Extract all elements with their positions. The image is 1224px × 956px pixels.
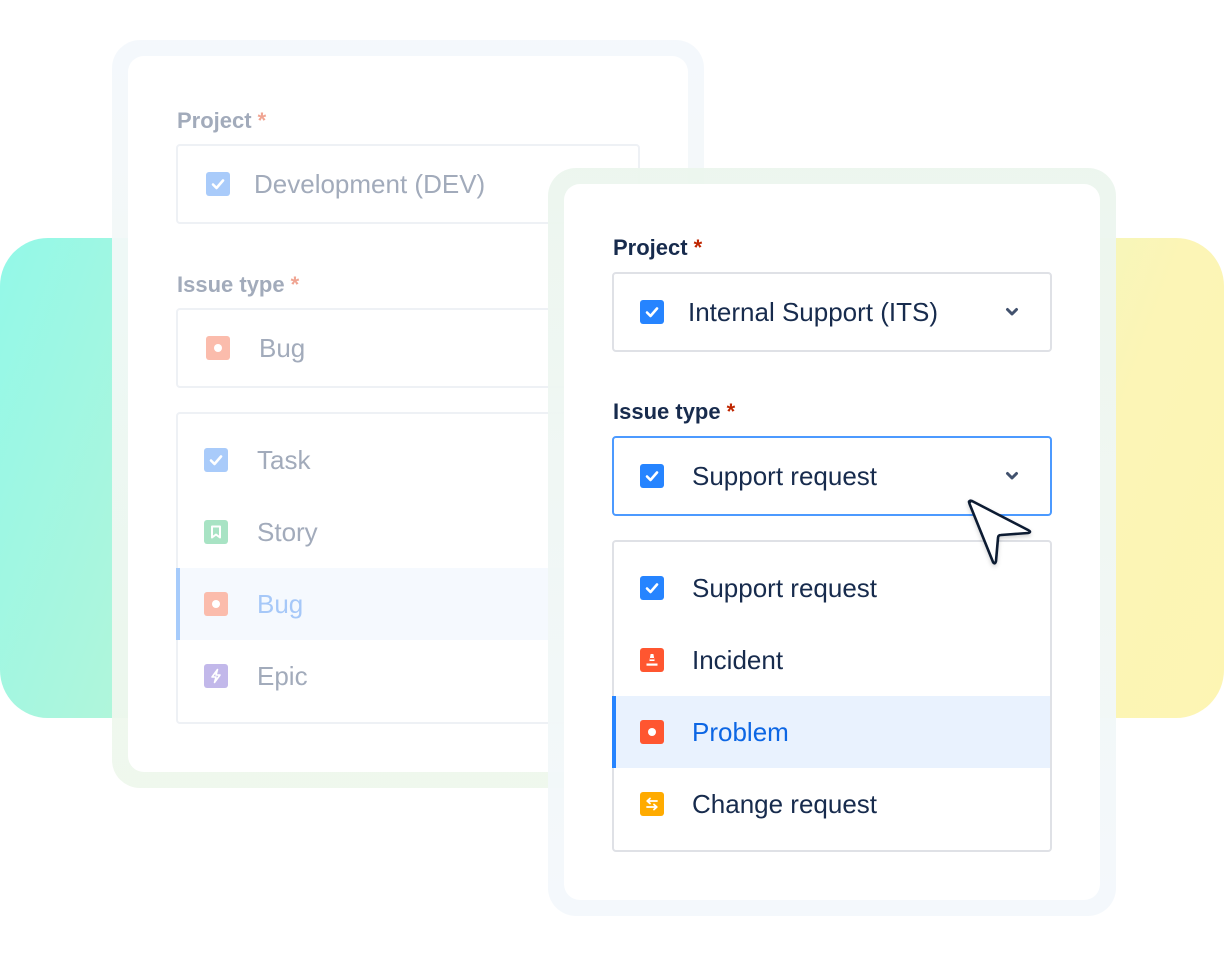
- label-text: Project: [613, 235, 688, 260]
- back-issue-type-value: Bug: [259, 332, 306, 363]
- required-asterisk: *: [257, 108, 267, 133]
- bug-icon: [204, 592, 228, 616]
- bug-icon: [206, 336, 230, 360]
- option-problem-selected[interactable]: Problem: [612, 696, 1050, 768]
- project-label: Project *: [613, 235, 702, 261]
- option-incident[interactable]: Incident: [614, 624, 1050, 696]
- project-select[interactable]: Internal Support (ITS): [612, 272, 1052, 352]
- project-value: Internal Support (ITS): [688, 296, 938, 327]
- option-label: Change request: [692, 788, 878, 819]
- task-check-icon: [640, 464, 664, 488]
- support-request-check-icon: [640, 576, 664, 600]
- chevron-down-icon[interactable]: [1004, 304, 1020, 320]
- mouse-pointer-icon: [967, 499, 1032, 565]
- issue-type-label: Issue type *: [613, 399, 735, 425]
- option-change-request[interactable]: Change request: [614, 768, 1050, 840]
- required-asterisk: *: [693, 235, 703, 260]
- task-check-icon: [640, 300, 664, 324]
- option-label: Epic: [257, 660, 308, 691]
- story-bookmark-icon: [204, 520, 228, 544]
- task-check-icon: [206, 172, 230, 196]
- option-label: Story: [257, 516, 318, 547]
- option-label: Task: [257, 444, 311, 475]
- epic-lightning-icon: [204, 664, 228, 688]
- chevron-down-icon[interactable]: [1004, 468, 1020, 484]
- problem-dot-icon: [640, 720, 664, 744]
- option-label: Problem: [692, 716, 789, 747]
- required-asterisk: *: [726, 399, 736, 424]
- change-arrows-icon: [640, 792, 664, 816]
- label-text: Issue type: [613, 399, 721, 424]
- back-issue-type-label: Issue type *: [177, 272, 299, 298]
- incident-cone-icon: [640, 648, 664, 672]
- label-text: Issue type: [177, 272, 285, 297]
- issue-type-options: Support request Incident Problem Change …: [612, 540, 1052, 852]
- option-label: Support request: [692, 572, 878, 603]
- task-check-icon: [204, 448, 228, 472]
- option-label: Incident: [692, 644, 784, 675]
- label-text: Project: [177, 108, 252, 133]
- back-project-label: Project *: [177, 108, 266, 134]
- issue-type-value: Support request: [692, 460, 878, 491]
- option-label: Bug: [257, 588, 304, 619]
- back-project-value: Development (DEV): [254, 168, 486, 199]
- required-asterisk: *: [290, 272, 300, 297]
